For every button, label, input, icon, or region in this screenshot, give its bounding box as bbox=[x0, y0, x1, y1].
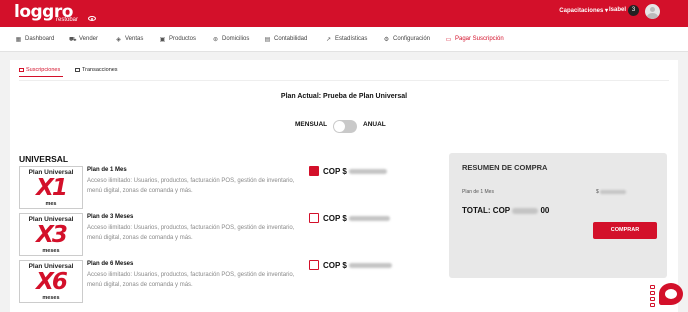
plan-3-image: Plan Universal X3 meses bbox=[19, 213, 83, 256]
menu-item-dashboard[interactable]: ▦ Dashboard bbox=[15, 27, 55, 52]
chevron-down-icon: ▾ bbox=[604, 8, 608, 14]
purchase-summary: RESUMEN DE COMPRA Plan de 1 Mes $ TOTAL:… bbox=[449, 153, 667, 278]
plan-6-name: Plan de 6 Meses bbox=[87, 261, 134, 267]
motorbike-icon: ⊛ bbox=[212, 36, 219, 43]
capacitaciones-label: Capacitaciones bbox=[559, 8, 604, 14]
menu-item-vender[interactable]: ⛟ Vender bbox=[69, 27, 98, 52]
buy-button[interactable]: COMPRAR bbox=[593, 222, 657, 239]
box-icon: ▣ bbox=[159, 36, 166, 43]
tab-transacciones[interactable]: Transacciones bbox=[75, 67, 118, 73]
plan-image-multiplier: X6 bbox=[36, 269, 68, 295]
menu-item-label: Estadísticas bbox=[335, 36, 368, 42]
summary-total-suffix: 00 bbox=[540, 206, 550, 215]
summary-total-redacted bbox=[512, 207, 539, 214]
top-bar: loggro restobar Capacitaciones ▾ Isabel … bbox=[0, 0, 688, 27]
plan-3-checkbox[interactable] bbox=[309, 213, 319, 223]
chat-bubble-icon[interactable] bbox=[659, 283, 683, 305]
section-title: UNIVERSAL bbox=[19, 154, 69, 164]
tag-icon: ◈ bbox=[116, 36, 121, 43]
capacitaciones-menu[interactable]: Capacitaciones ▾ bbox=[559, 7, 608, 14]
menu-item-label: Contabilidad bbox=[274, 36, 308, 42]
plan-1-checkbox[interactable] bbox=[309, 166, 319, 176]
subscription-card: Suscripciones Transacciones Plan Actual:… bbox=[10, 60, 678, 312]
plan-3-description: Acceso ilimitado: Usuarios, productos, f… bbox=[87, 225, 295, 241]
active-tab-indicator bbox=[19, 76, 63, 77]
grid-icon: ▦ bbox=[15, 36, 22, 43]
divider bbox=[19, 80, 669, 81]
menu-item-label: Ventas bbox=[125, 36, 144, 42]
billing-annual-label: ANUAL bbox=[363, 121, 386, 128]
card-icon bbox=[19, 68, 24, 72]
card-icon: ▭ bbox=[445, 36, 452, 43]
summary-item-price: $ bbox=[596, 189, 599, 195]
user-avatar-icon[interactable] bbox=[645, 4, 660, 19]
gear-icon: ⚙ bbox=[383, 36, 390, 43]
plan-image-bottom: meses bbox=[42, 295, 60, 301]
plan-image-bottom: meses bbox=[42, 248, 60, 254]
ledger-icon: ▤ bbox=[264, 36, 271, 43]
dots-icon bbox=[650, 285, 656, 307]
current-plan-title: Plan Actual: Prueba de Plan Universal bbox=[280, 93, 408, 100]
plan-6-price-redacted bbox=[349, 263, 392, 268]
menu-item-ventas[interactable]: ◈ Ventas bbox=[115, 27, 143, 52]
menu-item-productos[interactable]: ▣ Productos bbox=[159, 27, 196, 52]
tab-label: Suscripciones bbox=[26, 67, 61, 73]
user-name[interactable]: Isabel bbox=[609, 7, 626, 13]
menu-item-label: Configuración bbox=[393, 36, 431, 42]
chat-widget[interactable] bbox=[650, 283, 684, 309]
toggle-knob bbox=[334, 121, 345, 132]
eye-icon[interactable] bbox=[88, 16, 96, 21]
menu-item-label: Pagar Suscripción bbox=[455, 36, 504, 42]
plan-3-price-redacted bbox=[349, 216, 390, 221]
plan-image-bottom: mes bbox=[45, 201, 57, 207]
main-menu: ▦ Dashboard ⛟ Vender ◈ Ventas ▣ Producto… bbox=[0, 27, 688, 52]
menu-item-domicilios[interactable]: ⊛ Domicilios bbox=[212, 27, 249, 52]
receipt-icon bbox=[75, 68, 80, 72]
menu-item-label: Dashboard bbox=[25, 36, 55, 42]
summary-item-price-redacted bbox=[600, 190, 626, 194]
cart-icon: ⛟ bbox=[69, 36, 77, 43]
plan-1-price: COP $ bbox=[323, 167, 347, 176]
plan-6-checkbox[interactable] bbox=[309, 260, 319, 270]
plan-image-multiplier: X1 bbox=[36, 175, 68, 201]
menu-item-label: Domicilios bbox=[222, 36, 250, 42]
plan-3-price: COP $ bbox=[323, 214, 347, 223]
billing-period-toggle[interactable] bbox=[333, 120, 357, 133]
plan-6-description: Acceso ilimitado: Usuarios, productos, f… bbox=[87, 272, 295, 288]
summary-item: Plan de 1 Mes bbox=[462, 189, 494, 195]
plan-1-price-redacted bbox=[349, 169, 387, 174]
plan-1-name: Plan de 1 Mes bbox=[87, 167, 127, 173]
plan-3-name: Plan de 3 Meses bbox=[87, 214, 134, 220]
tab-label: Transacciones bbox=[82, 67, 118, 73]
plan-6-price: COP $ bbox=[323, 261, 347, 270]
plan-6-image: Plan Universal X6 meses bbox=[19, 260, 83, 303]
summary-total-prefix: TOTAL: COP bbox=[462, 206, 510, 215]
menu-item-contabilidad[interactable]: ▤ Contabilidad bbox=[264, 27, 308, 52]
plan-1-image: Plan Universal X1 mes bbox=[19, 166, 83, 209]
menu-item-estadisticas[interactable]: ↗ Estadísticas bbox=[325, 27, 367, 52]
billing-monthly-label: MENSUAL bbox=[295, 121, 328, 128]
plan-image-multiplier: X3 bbox=[36, 222, 68, 248]
menu-item-configuracion[interactable]: ⚙ Configuración bbox=[383, 27, 430, 52]
tab-suscripciones[interactable]: Suscripciones bbox=[19, 67, 60, 73]
trend-icon: ↗ bbox=[325, 36, 332, 43]
plan-1-description: Acceso ilimitado: Usuarios, productos, f… bbox=[87, 178, 295, 194]
summary-total: TOTAL: COP 00 bbox=[462, 206, 549, 215]
notification-badge[interactable]: 3 bbox=[628, 5, 639, 16]
menu-item-label: Vender bbox=[79, 36, 99, 42]
menu-item-pagar-suscripcion[interactable]: ▭ Pagar Suscripción bbox=[445, 27, 504, 52]
menu-item-label: Productos bbox=[169, 36, 197, 42]
brand-logo-subtitle: restobar bbox=[56, 17, 79, 23]
summary-title: RESUMEN DE COMPRA bbox=[462, 163, 548, 172]
